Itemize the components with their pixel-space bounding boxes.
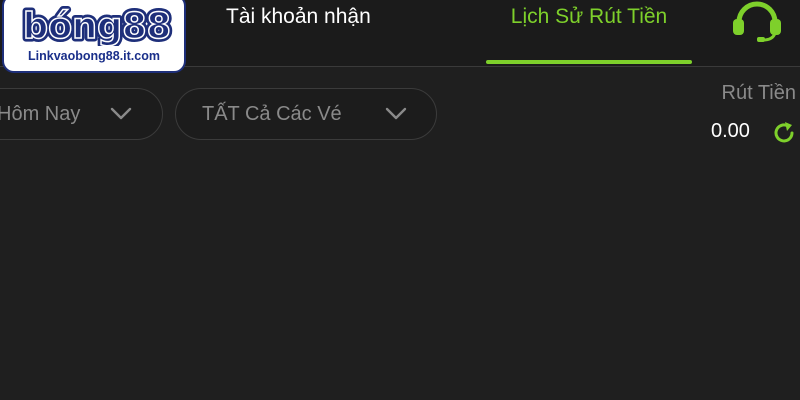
date-filter-dropdown[interactable]: Hôm Nay <box>0 88 163 140</box>
brand-logo[interactable]: bóng88 bóng88 Linkvaobong88.it.com <box>2 0 186 73</box>
date-filter-label: Hôm Nay <box>0 103 81 125</box>
svg-text:bóng88: bóng88 <box>23 6 171 46</box>
tab-receiving-account-label: Tài khoản nhận <box>226 5 371 28</box>
ticket-filter-dropdown[interactable]: TẤT Cả Các Vé <box>175 88 437 140</box>
logo-url-text: Linkvaobong88.it.com <box>28 49 160 63</box>
tab-receiving-account[interactable]: Tài khoản nhận <box>226 0 426 66</box>
chevron-down-icon <box>385 107 407 120</box>
withdraw-amount: 0.00 <box>711 120 750 142</box>
logo-wordmark: bóng88 bóng88 <box>20 3 175 47</box>
tab-withdrawal-history[interactable]: Lịch Sử Rút Tiền <box>486 0 692 66</box>
withdraw-label: Rút Tiền <box>721 82 796 104</box>
tab-withdrawal-history-label: Lịch Sử Rút Tiền <box>510 5 668 28</box>
active-tab-indicator <box>486 60 692 64</box>
headset-icon[interactable] <box>731 0 783 42</box>
chevron-down-icon <box>110 107 132 120</box>
ticket-filter-label: TẤT Cả Các Vé <box>202 103 342 125</box>
refresh-icon[interactable] <box>771 120 797 146</box>
